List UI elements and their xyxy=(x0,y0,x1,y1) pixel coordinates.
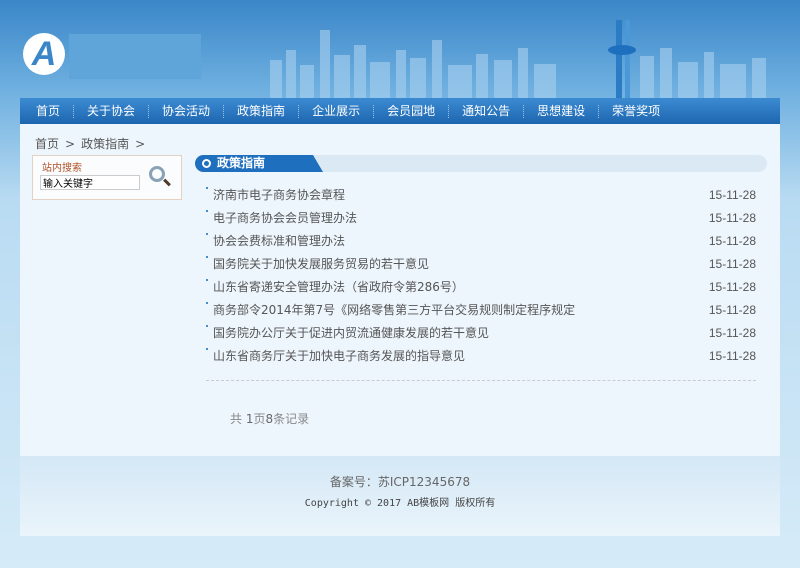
article-link[interactable]: 电子商务协会会员管理办法 xyxy=(213,207,357,230)
pager-text: 共 xyxy=(230,412,246,426)
breadcrumb: 首页 > 政策指南 > xyxy=(35,135,151,152)
search-title: 站内搜索 xyxy=(42,163,82,174)
article-link[interactable]: 国务院办公厅关于促进内贸流通健康发展的若干意见 xyxy=(213,322,489,345)
article-date: 15-11-28 xyxy=(708,257,756,271)
article-date: 15-11-28 xyxy=(708,188,756,202)
article-date: 15-11-28 xyxy=(708,211,756,225)
footer: 备案号：苏ICP12345678 Copyright © 2017 AB模板网 … xyxy=(20,456,780,536)
article-link[interactable]: 山东省商务厅关于加快电子商务发展的指导意见 xyxy=(213,345,465,368)
nav-activities[interactable]: 协会活动 xyxy=(148,98,220,124)
site-search-box: 站内搜索 xyxy=(32,155,182,200)
list-item: 山东省寄递安全管理办法（省政府令第286号） 15-11-28 xyxy=(206,276,756,299)
article-link[interactable]: 济南市电子商务协会章程 xyxy=(213,184,345,207)
search-icon[interactable] xyxy=(149,166,165,182)
breadcrumb-separator: > xyxy=(135,137,146,151)
nav-policy[interactable]: 政策指南 xyxy=(223,98,295,124)
article-date: 15-11-28 xyxy=(708,303,756,317)
copyright: Copyright © 2017 AB模板网 版权所有 xyxy=(304,498,496,509)
record-count: 8 xyxy=(265,412,274,426)
article-date: 15-11-28 xyxy=(708,234,756,248)
section-title-tab: 政策指南 xyxy=(195,155,323,172)
header: A xyxy=(0,0,800,98)
nav-home[interactable]: 首页 xyxy=(26,98,70,124)
list-item: 济南市电子商务协会章程 15-11-28 xyxy=(206,184,756,207)
article-link[interactable]: 商务部令2014年第7号《网络零售第三方平台交易规则制定程序规定 xyxy=(213,299,575,322)
search-input[interactable] xyxy=(40,175,140,190)
main-nav: 首页 关于协会 协会活动 政策指南 企业展示 会员园地 通知公告 思想建设 荣誉… xyxy=(20,98,780,124)
pager-text: 条记录 xyxy=(273,412,310,426)
nav-ideology[interactable]: 思想建设 xyxy=(523,98,595,124)
list-item: 电子商务协会会员管理办法 15-11-28 xyxy=(206,207,756,230)
article-link[interactable]: 国务院关于加快发展服务贸易的若干意见 xyxy=(213,253,429,276)
article-date: 15-11-28 xyxy=(708,349,756,363)
list-item: 商务部令2014年第7号《网络零售第三方平台交易规则制定程序规定 15-11-28 xyxy=(206,299,756,322)
pager-text: 页 xyxy=(253,412,266,426)
nav-companies[interactable]: 企业展示 xyxy=(298,98,370,124)
nav-about[interactable]: 关于协会 xyxy=(73,98,145,124)
article-link[interactable]: 协会会费标准和管理办法 xyxy=(213,230,345,253)
nav-honors[interactable]: 荣誉奖项 xyxy=(598,98,670,124)
site-name-banner xyxy=(69,34,201,79)
article-date: 15-11-28 xyxy=(708,326,756,340)
circle-icon xyxy=(202,159,211,168)
breadcrumb-home[interactable]: 首页 xyxy=(35,137,59,151)
breadcrumb-separator: > xyxy=(65,137,76,151)
pagination-info: 共 1页8条记录 xyxy=(230,410,309,427)
list-item: 山东省商务厅关于加快电子商务发展的指导意见 15-11-28 xyxy=(206,345,756,368)
logo[interactable]: A xyxy=(23,33,65,75)
list-item: 协会会费标准和管理办法 15-11-28 xyxy=(206,230,756,253)
city-skyline-image xyxy=(270,20,766,98)
article-link[interactable]: 山东省寄递安全管理办法（省政府令第286号） xyxy=(213,276,464,299)
divider xyxy=(206,380,756,381)
nav-notices[interactable]: 通知公告 xyxy=(448,98,520,124)
section-title: 政策指南 xyxy=(217,156,266,170)
breadcrumb-policy[interactable]: 政策指南 xyxy=(81,137,129,151)
list-item: 国务院办公厅关于促进内贸流通健康发展的若干意见 15-11-28 xyxy=(206,322,756,345)
article-date: 15-11-28 xyxy=(708,280,756,294)
article-list: 济南市电子商务协会章程 15-11-28 电子商务协会会员管理办法 15-11-28… xyxy=(206,184,756,368)
main-content: 首页 > 政策指南 > 站内搜索 政策指南 济南市电子商务协会章程 15-11-28 电… xyxy=(20,124,780,456)
list-item: 国务院关于加快发展服务贸易的若干意见 15-11-28 xyxy=(206,253,756,276)
section-header: 政策指南 xyxy=(195,155,767,172)
nav-members[interactable]: 会员园地 xyxy=(373,98,445,124)
icp-record: 备案号：苏ICP12345678 xyxy=(329,475,471,489)
